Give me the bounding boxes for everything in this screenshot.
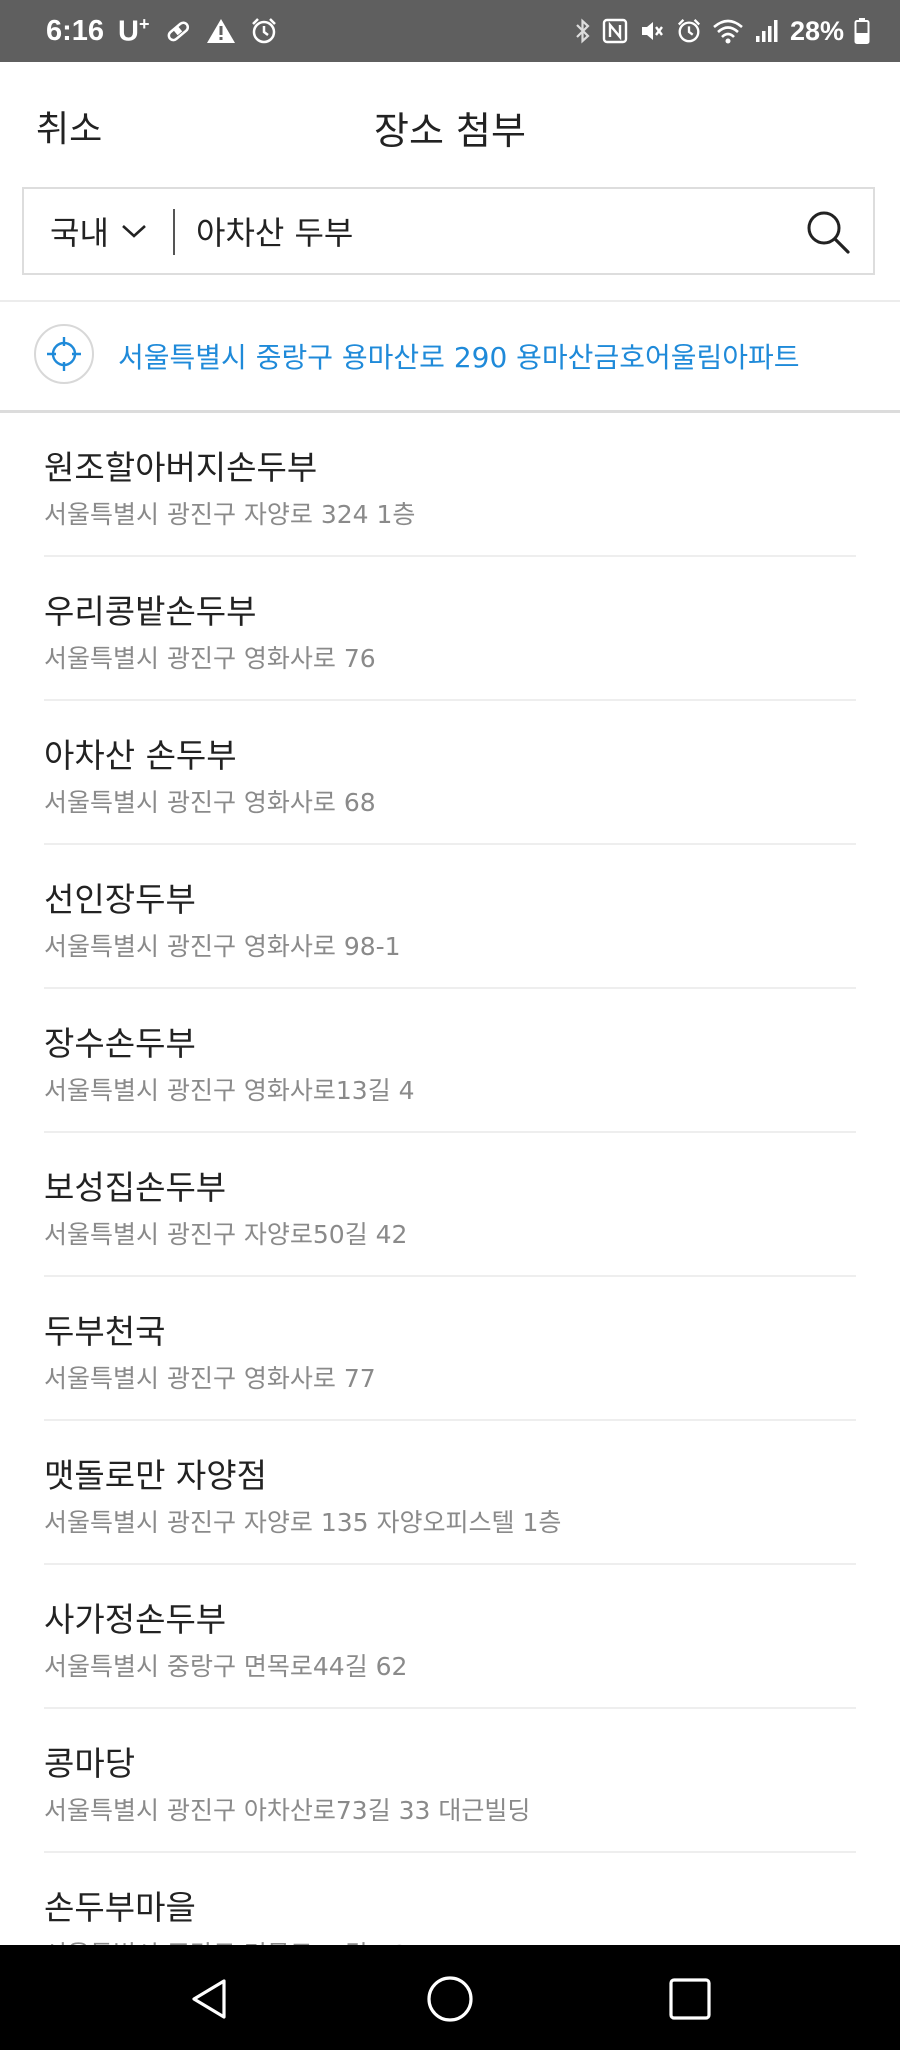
back-icon[interactable] [180, 1969, 240, 2029]
status-bar: 6:16 U+ 28% [0, 0, 900, 62]
battery-icon [854, 17, 870, 45]
current-location-row[interactable]: 서울특별시 중랑구 용마산로 290 용마산금호어울림아파트 [0, 302, 900, 410]
list-item[interactable]: 원조할아버지손두부 서울특별시 광진구 자양로 324 1층 [44, 413, 856, 557]
place-name: 두부천국 [44, 1312, 166, 1351]
signal-icon [754, 17, 780, 45]
list-item[interactable]: 아차산 손두부 서울특별시 광진구 영화사로 68 [44, 701, 856, 845]
wifi-icon [712, 17, 744, 45]
place-address: 서울특별시 광진구 영화사로 68 [44, 788, 376, 817]
chevron-down-icon [121, 223, 147, 239]
place-name: 장수손두부 [44, 1024, 196, 1063]
place-name: 콩마당 [44, 1744, 136, 1783]
place-address: 서울특별시 광진구 자양로 135 자양오피스텔 1층 [44, 1508, 562, 1537]
list-item[interactable]: 두부천국 서울특별시 광진구 영화사로 77 [44, 1277, 856, 1421]
carrier-sup: + [139, 13, 150, 34]
place-address: 서울특별시 광진구 영화사로 98-1 [44, 932, 401, 961]
search-divider [173, 209, 175, 255]
warning-icon [206, 17, 236, 45]
place-name: 손두부마을 [44, 1888, 196, 1927]
place-address: 서울특별시 중랑구 면목로44길 18 [44, 1935, 407, 1945]
home-icon[interactable] [420, 1969, 480, 2029]
place-address: 서울특별시 광진구 영화사로 76 [44, 644, 376, 673]
list-item[interactable]: 우리콩밭손두부 서울특별시 광진구 영화사로 76 [44, 557, 856, 701]
nfc-icon [602, 17, 628, 45]
location-target-icon [34, 324, 94, 384]
place-name: 보성집손두부 [44, 1168, 227, 1207]
place-name: 원조할아버지손두부 [44, 448, 318, 487]
status-right: 28% [574, 0, 870, 62]
carrier-label: U+ [118, 14, 149, 49]
carrier-text: U [118, 15, 139, 48]
alarm-icon [250, 17, 278, 45]
region-dropdown[interactable]: 국내 [50, 189, 147, 273]
search-icon[interactable] [805, 209, 851, 255]
place-name: 우리콩밭손두부 [44, 592, 257, 631]
region-label: 국내 [50, 214, 109, 252]
place-address: 서울특별시 광진구 자양로 324 1층 [44, 500, 416, 529]
place-address: 서울특별시 광진구 영화사로 77 [44, 1364, 376, 1393]
place-address: 서울특별시 광진구 아차산로73길 33 대근빌딩 [44, 1796, 531, 1825]
navigation-bar [0, 1945, 900, 2050]
current-location-address: 서울특별시 중랑구 용마산로 290 용마산금호어울림아파트 [118, 341, 800, 374]
vibrate-icon [638, 17, 666, 45]
place-name: 사가정손두부 [44, 1600, 227, 1639]
place-name: 선인장두부 [44, 880, 196, 919]
place-name: 맷돌로만 자양점 [44, 1456, 268, 1495]
place-address: 서울특별시 광진구 자양로50길 42 [44, 1220, 408, 1249]
search-box: 국내 [22, 187, 875, 275]
battery-percent: 28% [789, 15, 844, 46]
place-address: 서울특별시 광진구 영화사로13길 4 [44, 1076, 415, 1105]
results-list: 원조할아버지손두부 서울특별시 광진구 자양로 324 1층 우리콩밭손두부 서… [0, 413, 900, 1945]
list-item[interactable]: 장수손두부 서울특별시 광진구 영화사로13길 4 [44, 989, 856, 1133]
status-time: 6:16 [46, 14, 105, 47]
place-address: 서울특별시 중랑구 면목로44길 62 [44, 1652, 408, 1681]
list-item[interactable]: 사가정손두부 서울특별시 중랑구 면목로44길 62 [44, 1565, 856, 1709]
page-title: 장소 첨부 [374, 109, 526, 153]
header: 취소 장소 첨부 [0, 62, 900, 186]
list-item[interactable]: 보성집손두부 서울특별시 광진구 자양로50길 42 [44, 1133, 856, 1277]
status-left: 6:16 U+ [46, 14, 278, 49]
list-item[interactable]: 맷돌로만 자양점 서울특별시 광진구 자양로 135 자양오피스텔 1층 [44, 1421, 856, 1565]
list-item[interactable]: 콩마당 서울특별시 광진구 아차산로73길 33 대근빌딩 [44, 1709, 856, 1853]
bandage-icon [164, 17, 192, 45]
place-name: 아차산 손두부 [44, 736, 237, 775]
alarm-icon [676, 17, 702, 45]
list-item[interactable]: 선인장두부 서울특별시 광진구 영화사로 98-1 [44, 845, 856, 989]
list-item[interactable]: 손두부마을 서울특별시 중랑구 면목로44길 18 [44, 1853, 856, 1945]
bluetooth-icon [574, 17, 592, 45]
recents-icon[interactable] [660, 1969, 720, 2029]
search-input[interactable] [196, 203, 796, 259]
